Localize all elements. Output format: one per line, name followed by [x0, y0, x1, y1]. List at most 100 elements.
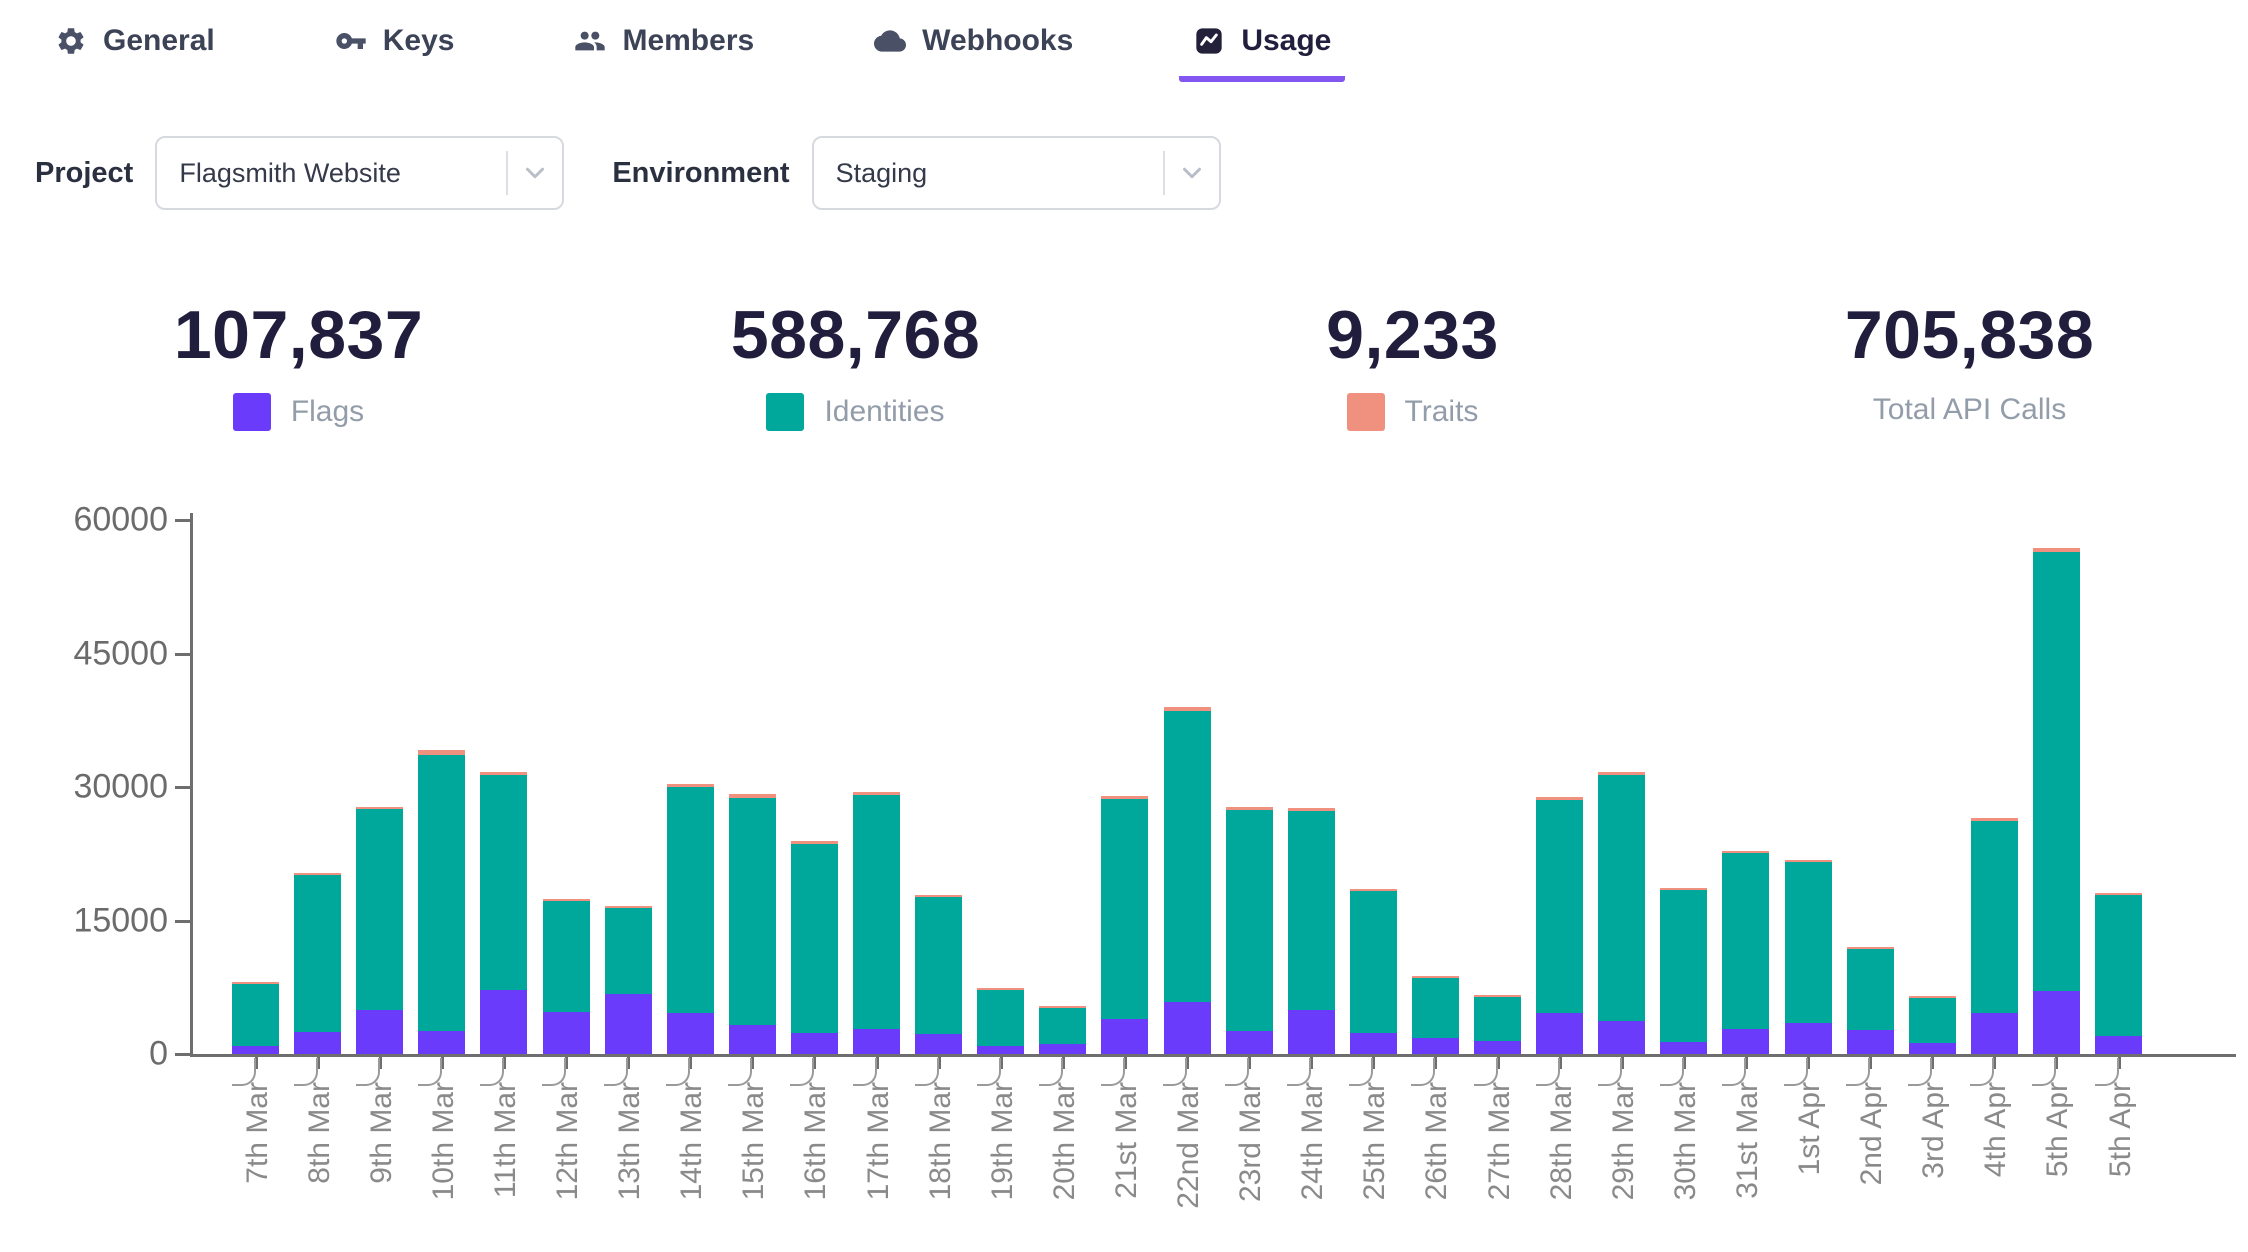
bar-stack-29th-mar[interactable] — [1598, 772, 1645, 1054]
x-axis-label: 11th Mar — [489, 1082, 523, 1242]
identities-legend-swatch — [766, 393, 804, 431]
bar-stack-15th-mar[interactable] — [729, 794, 776, 1054]
tab-general[interactable]: General — [41, 24, 229, 82]
tab-webhooks[interactable]: Webhooks — [860, 24, 1087, 82]
y-axis-tick — [175, 1053, 191, 1056]
bar-stack-24th-mar[interactable] — [1288, 808, 1335, 1054]
bar-stack-1st-apr[interactable] — [1785, 860, 1832, 1054]
members-icon — [574, 25, 606, 57]
y-axis-tick — [175, 653, 191, 656]
bar-stack-22nd-mar[interactable] — [1164, 707, 1211, 1054]
identities-count: 588,768 — [731, 298, 980, 373]
bar-stack-12th-mar[interactable] — [543, 899, 590, 1054]
bar-segment-identities — [729, 798, 776, 1025]
bar-segment-flags — [356, 1010, 403, 1054]
bar-stack-23rd-mar[interactable] — [1226, 807, 1273, 1054]
bar-stack-25th-mar[interactable] — [1350, 889, 1397, 1054]
y-axis-label: 60000 — [58, 501, 168, 540]
bar-stack-8th-mar[interactable] — [294, 873, 341, 1054]
bar-stack-11th-mar[interactable] — [480, 772, 527, 1054]
y-axis-label: 15000 — [58, 901, 168, 940]
usage-page: General Keys Members Webhooks Usage — [0, 0, 2248, 1252]
bar-stack-3rd-apr[interactable] — [1909, 996, 1956, 1054]
x-axis-label: 9th Mar — [365, 1082, 399, 1242]
y-axis-tick — [175, 786, 191, 789]
x-axis-label: 29th Mar — [1607, 1082, 1641, 1242]
x-axis-label: 24th Mar — [1296, 1082, 1330, 1242]
bar-stack-18th-mar[interactable] — [915, 895, 962, 1054]
x-axis-label: 21st Mar — [1110, 1082, 1144, 1242]
bar-segment-flags — [729, 1025, 776, 1054]
bar-segment-flags — [1785, 1023, 1832, 1054]
x-axis-label: 4th Apr — [1979, 1082, 2013, 1242]
bar-segment-identities — [1598, 775, 1645, 1021]
bar-stack-28th-mar[interactable] — [1536, 797, 1583, 1054]
bar-segment-identities — [1722, 853, 1769, 1029]
bar-stack-16th-mar[interactable] — [791, 841, 838, 1054]
bar-stack-13th-mar[interactable] — [605, 906, 652, 1054]
bar-segment-identities — [356, 809, 403, 1010]
x-axis-label: 3rd Apr — [1917, 1082, 1951, 1242]
bar-stack-17th-mar[interactable] — [853, 792, 900, 1054]
y-axis-label: 45000 — [58, 634, 168, 673]
bar-stack-9th-mar[interactable] — [356, 807, 403, 1054]
bar-stack-30th-mar[interactable] — [1660, 888, 1707, 1054]
total-api-calls-count: 705,838 — [1845, 298, 2094, 373]
bar-segment-identities — [1039, 1008, 1086, 1044]
bar-stack-4th-apr[interactable] — [1971, 818, 2018, 1054]
bar-segment-flags — [294, 1032, 341, 1054]
bar-segment-identities — [1164, 711, 1211, 1002]
x-axis-label: 23rd Mar — [1234, 1082, 1268, 1242]
bar-segment-identities — [1226, 810, 1273, 1031]
x-axis-label: 27th Mar — [1483, 1082, 1517, 1242]
environment-select-value: Staging — [814, 158, 1163, 189]
bar-segment-identities — [1474, 997, 1521, 1041]
bar-stack-26th-mar[interactable] — [1412, 976, 1459, 1054]
bar-segment-identities — [480, 775, 527, 990]
bar-stack-14th-mar[interactable] — [667, 784, 714, 1054]
bar-segment-flags — [1226, 1031, 1273, 1054]
tab-label: Members — [622, 24, 754, 58]
project-select[interactable]: Flagsmith Website — [155, 136, 564, 210]
bar-stack-31st-mar[interactable] — [1722, 851, 1769, 1054]
bar-segment-flags — [1474, 1041, 1521, 1054]
bar-stack-2nd-apr[interactable] — [1847, 947, 1894, 1054]
bar-segment-identities — [915, 897, 962, 1034]
bar-segment-flags — [1722, 1029, 1769, 1054]
bar-stack-19th-mar[interactable] — [977, 988, 1024, 1054]
bar-segment-identities — [791, 844, 838, 1033]
flags-legend-label: Flags — [291, 395, 364, 429]
bar-stack-5th-apr[interactable] — [2095, 893, 2142, 1054]
tab-keys[interactable]: Keys — [321, 24, 469, 82]
stat-flags: 107,837 Flags — [20, 298, 577, 431]
bar-segment-identities — [1412, 978, 1459, 1038]
bar-stack-5th-apr[interactable] — [2033, 548, 2080, 1054]
bar-stack-20th-mar[interactable] — [1039, 1006, 1086, 1054]
bar-segment-identities — [418, 755, 465, 1031]
bar-segment-identities — [1971, 821, 2018, 1013]
usage-chart-icon — [1193, 25, 1225, 57]
bar-stack-10th-mar[interactable] — [418, 750, 465, 1054]
x-axis-label: 14th Mar — [675, 1082, 709, 1242]
gear-icon — [55, 25, 87, 57]
tab-usage[interactable]: Usage — [1179, 24, 1345, 82]
bar-segment-flags — [1101, 1019, 1148, 1054]
project-label: Project — [35, 157, 133, 190]
x-axis-label: 10th Mar — [427, 1082, 461, 1242]
bar-segment-flags — [2095, 1036, 2142, 1054]
x-axis-label: 5th Apr — [2104, 1082, 2138, 1242]
bar-segment-identities — [667, 787, 714, 1013]
bar-stack-21st-mar[interactable] — [1101, 796, 1148, 1054]
bar-segment-flags — [1847, 1030, 1894, 1054]
environment-select[interactable]: Staging — [812, 136, 1221, 210]
traits-legend-swatch — [1347, 393, 1385, 431]
tab-members[interactable]: Members — [560, 24, 768, 82]
chevron-down-icon — [508, 158, 562, 188]
traits-legend-label: Traits — [1405, 395, 1479, 429]
bar-stack-27th-mar[interactable] — [1474, 995, 1521, 1054]
bar-stack-7th-mar[interactable] — [232, 982, 279, 1054]
bar-segment-identities — [2033, 552, 2080, 991]
project-select-value: Flagsmith Website — [157, 158, 506, 189]
x-axis-label: 19th Mar — [986, 1082, 1020, 1242]
bar-segment-flags — [543, 1012, 590, 1054]
